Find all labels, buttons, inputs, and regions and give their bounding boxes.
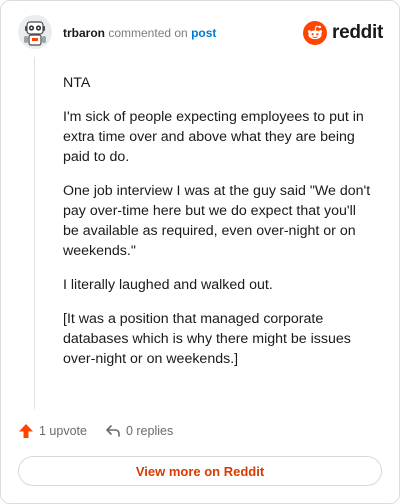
post-link[interactable]: post — [191, 26, 216, 40]
upvote-count: 1 upvote — [39, 424, 87, 438]
comment-body: NTA I'm sick of people expecting employe… — [63, 73, 373, 383]
comment-actions: 1 upvote 0 replies — [18, 423, 173, 439]
comment-paragraph: I'm sick of people expecting employees t… — [63, 109, 364, 165]
reply-arrow-icon — [106, 425, 120, 437]
reddit-logo[interactable]: reddit — [303, 21, 383, 45]
reddit-snoo-icon — [303, 21, 328, 45]
view-more-button[interactable]: View more on Reddit — [18, 456, 382, 486]
comment-paragraph: NTA — [63, 75, 91, 91]
replies-count: 0 replies — [125, 424, 174, 438]
replies-button[interactable]: 0 replies — [105, 423, 173, 439]
comment-header: trbaron commented on post — [63, 26, 216, 40]
action-text: commented on — [108, 26, 188, 40]
thread-line — [34, 57, 35, 409]
upvote-button[interactable]: 1 upvote — [18, 423, 87, 439]
user-avatar[interactable] — [18, 15, 52, 49]
embedded-comment-card: trbaron commented on post reddit NTA I'm… — [0, 0, 400, 504]
comment-paragraph: One job interview I was at the guy said … — [63, 183, 371, 259]
arrow-up-icon — [19, 424, 33, 438]
brand-wordmark: reddit — [332, 22, 383, 43]
username-link[interactable]: trbaron — [63, 26, 105, 40]
robot-avatar-icon — [18, 15, 52, 49]
comment-paragraph: I literally laughed and walked out. — [63, 277, 273, 293]
comment-paragraph: [It was a position that managed corporat… — [63, 311, 351, 367]
